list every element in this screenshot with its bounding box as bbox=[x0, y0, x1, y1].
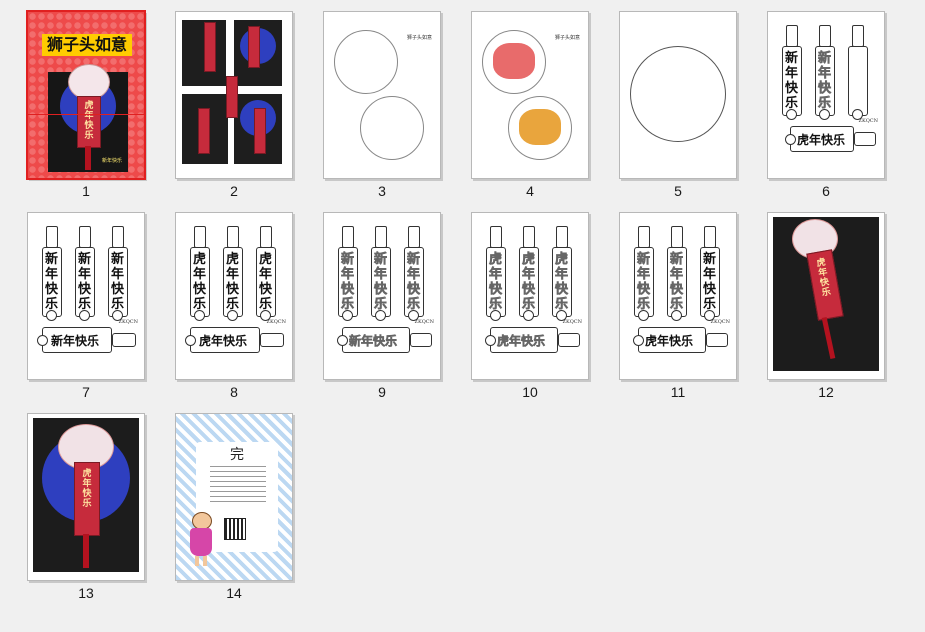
page-number: 3 bbox=[378, 183, 386, 199]
bookmark-tag-horizontal: 虎年快乐 bbox=[633, 327, 706, 353]
tassel bbox=[85, 146, 91, 170]
bookmark-tag: 新年快乐 bbox=[108, 226, 128, 321]
red-bookmark bbox=[248, 26, 260, 68]
qr-code-icon bbox=[224, 518, 246, 540]
page-number: 11 bbox=[670, 384, 686, 400]
page-number: 9 bbox=[378, 384, 386, 400]
brand-label: 狮子头如意 bbox=[554, 35, 580, 41]
bookmark-tag: 虎年快乐 bbox=[486, 226, 506, 321]
page-number: 5 bbox=[674, 183, 682, 199]
page-number: 14 bbox=[226, 585, 242, 601]
bookmark-tag-horizontal: 虎年快乐 bbox=[185, 327, 260, 353]
brand-label: 狮子头如意 bbox=[406, 35, 432, 41]
bookmark-tag: 新年快乐 bbox=[700, 226, 720, 321]
brand-label: ZKQCN bbox=[858, 118, 878, 124]
page-thumbnail-9[interactable]: 新年快乐 新年快乐 新年快乐 ZKQCN 新年快乐 9 bbox=[323, 212, 441, 400]
page-number: 12 bbox=[818, 384, 834, 400]
bookmark-tag-end bbox=[854, 132, 876, 146]
bookmark-tag: 虎年快乐 bbox=[256, 226, 276, 321]
page-number: 8 bbox=[230, 384, 238, 400]
page-thumbnail-13[interactable]: 虎年快乐 13 bbox=[27, 413, 145, 601]
page-thumbnail-6[interactable]: 新年快乐 新年快乐 ZKQCN 虎年快乐 6 bbox=[767, 11, 885, 199]
bookmark-tag: 新年快乐 bbox=[404, 226, 424, 321]
page-thumbnail-3[interactable]: 狮子头如意 3 bbox=[323, 11, 441, 199]
lion-head-colored bbox=[482, 30, 546, 94]
page-number: 6 bbox=[822, 183, 830, 199]
lion-head-outline bbox=[334, 30, 398, 94]
red-bookmark bbox=[254, 108, 266, 154]
brand-label: ZKQCN bbox=[710, 319, 730, 325]
bookmark-tag-horizontal: 新年快乐 bbox=[337, 327, 410, 353]
page-number: 10 bbox=[522, 384, 538, 400]
girl-illustration bbox=[188, 512, 214, 568]
page-number: 4 bbox=[526, 183, 534, 199]
page-thumbnail-2[interactable]: 2 bbox=[175, 11, 293, 199]
brand-label: ZKQCN bbox=[118, 319, 138, 325]
page-thumbnail-12[interactable]: 虎年快乐 12 bbox=[767, 212, 885, 400]
page-number: 7 bbox=[82, 384, 90, 400]
bookmark-tag: 新年快乐 bbox=[667, 226, 687, 321]
bookmark-tag: 虎年快乐 bbox=[519, 226, 539, 321]
red-bookmark bbox=[198, 108, 210, 154]
lion-head-image bbox=[68, 64, 110, 100]
lion-head-outline bbox=[360, 96, 424, 160]
bookmark-tag: 虎年快乐 bbox=[190, 226, 210, 321]
bookmark-tag: 新年快乐 bbox=[815, 25, 835, 120]
red-line bbox=[28, 114, 144, 115]
cover-footer: 新年快乐 bbox=[101, 158, 122, 164]
red-bookmark bbox=[204, 22, 216, 72]
bookmark-tag-end bbox=[410, 333, 432, 347]
page-thumbnail-1[interactable]: 狮子头如意 虎年快乐 新年快乐 1 bbox=[26, 10, 146, 199]
text-lines bbox=[210, 466, 266, 506]
bookmark-tag-end bbox=[558, 333, 580, 347]
page-thumbnail-10[interactable]: 虎年快乐 虎年快乐 虎年快乐 ZKQCN 虎年快乐 10 bbox=[471, 212, 589, 400]
lion-head-colored bbox=[508, 96, 572, 160]
page-number: 1 bbox=[82, 183, 90, 199]
brand-label: ZKQCN bbox=[266, 319, 286, 325]
page-number: 2 bbox=[230, 183, 238, 199]
end-title: 完 bbox=[230, 447, 244, 463]
bookmark-tag: 新年快乐 bbox=[42, 226, 62, 321]
bookmark-tag: 新年快乐 bbox=[371, 226, 391, 321]
tassel bbox=[83, 534, 89, 568]
red-bookmark: 虎年快乐 bbox=[74, 462, 100, 536]
page-thumbnail-11[interactable]: 新年快乐 新年快乐 新年快乐 ZKQCN 虎年快乐 11 bbox=[619, 212, 737, 400]
bookmark-tag: 新年快乐 bbox=[75, 226, 95, 321]
bookmark-tag bbox=[848, 25, 868, 120]
page-thumbnail-7[interactable]: 新年快乐 新年快乐 新年快乐 ZKQCN 新年快乐 7 bbox=[27, 212, 145, 400]
page-thumbnail-5[interactable]: 5 bbox=[619, 11, 737, 199]
bookmark-tag-end bbox=[706, 333, 728, 347]
page-thumbnail-4[interactable]: 狮子头如意 4 bbox=[471, 11, 589, 199]
bookmark-tag-horizontal: 虎年快乐 bbox=[785, 126, 854, 152]
page-number: 13 bbox=[78, 585, 94, 601]
red-bookmark bbox=[226, 76, 238, 118]
bookmark-tag: 新年快乐 bbox=[634, 226, 654, 321]
page-thumbnail-14[interactable]: 完 14 bbox=[175, 413, 293, 601]
circle-template bbox=[630, 46, 726, 142]
bookmark-tag: 虎年快乐 bbox=[223, 226, 243, 321]
bookmark-tag-horizontal: 虎年快乐 bbox=[485, 327, 558, 353]
brand-label: ZKQCN bbox=[562, 319, 582, 325]
red-bookmark: 虎年快乐 bbox=[77, 96, 101, 148]
bookmark-tag-end bbox=[260, 333, 284, 347]
bookmark-tag: 新年快乐 bbox=[782, 25, 802, 120]
bookmark-tag-end bbox=[112, 333, 136, 347]
bookmark-tag: 虎年快乐 bbox=[552, 226, 572, 321]
bookmark-tag: 新年快乐 bbox=[338, 226, 358, 321]
cover-title: 狮子头如意 bbox=[42, 34, 132, 56]
bookmark-tag-horizontal: 新年快乐 bbox=[37, 327, 112, 353]
page-thumbnail-8[interactable]: 虎年快乐 虎年快乐 虎年快乐 ZKQCN 虎年快乐 8 bbox=[175, 212, 293, 400]
brand-label: ZKQCN bbox=[414, 319, 434, 325]
